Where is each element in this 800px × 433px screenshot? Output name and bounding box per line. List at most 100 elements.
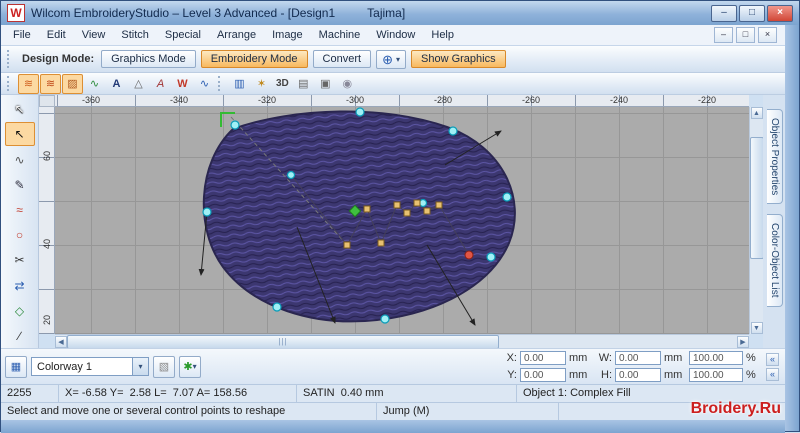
x-label: X:: [501, 352, 517, 364]
x-input[interactable]: [520, 351, 566, 365]
window-frame-right: [785, 25, 799, 431]
ruler-label: 60: [42, 149, 52, 163]
menu-image[interactable]: Image: [264, 27, 311, 43]
w-input[interactable]: [615, 351, 661, 365]
menu-view[interactable]: View: [74, 27, 114, 43]
toolbar-grip[interactable]: [7, 50, 13, 68]
monogram-icon[interactable]: △: [128, 74, 149, 94]
h-input[interactable]: [615, 368, 661, 382]
stitch-edit-tool[interactable]: ◇: [5, 299, 35, 323]
freehand-open-tool[interactable]: ≈: [5, 198, 35, 222]
tab-object-properties[interactable]: Object Properties: [767, 109, 783, 204]
satin-stitch-icon[interactable]: ≋: [40, 74, 61, 94]
motif-run-icon[interactable]: ∿: [84, 74, 105, 94]
select-arrow-icon: ↖: [14, 102, 24, 116]
horizontal-scroll-thumb[interactable]: |||: [67, 335, 499, 349]
applique-icon[interactable]: ▣: [315, 74, 336, 94]
collapse-icon[interactable]: «: [766, 353, 779, 366]
y-input[interactable]: [520, 368, 566, 382]
smooth-icon: ∿: [14, 153, 24, 167]
digitize-tool[interactable]: ✎: [5, 173, 35, 197]
titlebar[interactable]: W Wilcom EmbroideryStudio – Level 3 Adva…: [1, 1, 799, 25]
watermark: Broidery.Ru: [691, 400, 781, 418]
toolbar-grip[interactable]: [218, 76, 224, 91]
scroll-right-icon[interactable]: ▶: [737, 336, 749, 348]
collapse-icon[interactable]: «: [766, 368, 779, 381]
scale-x-input[interactable]: [689, 351, 743, 365]
chevron-down-icon: ▾: [396, 55, 400, 64]
scroll-left-icon[interactable]: ◀: [55, 336, 67, 348]
minimize-button[interactable]: –: [711, 5, 737, 22]
menu-special[interactable]: Special: [157, 27, 209, 43]
maximize-button[interactable]: □: [739, 5, 765, 22]
app-window: W Wilcom EmbroideryStudio – Level 3 Adva…: [0, 0, 800, 432]
menu-edit[interactable]: Edit: [39, 27, 74, 43]
dock-collapse-buttons: « «: [766, 353, 779, 381]
scroll-down-icon[interactable]: ▼: [751, 322, 763, 334]
sequin-icon[interactable]: ◉: [337, 74, 358, 94]
closed-object-tool[interactable]: ○: [5, 223, 35, 247]
colorway-bar: ▦ Colorway 1 ▾ ▧ ✱ ▾ X: mm W: mm % Y: mm…: [1, 348, 785, 384]
embroidery-object[interactable]: [204, 111, 515, 321]
reshape-tool[interactable]: ↖: [5, 122, 35, 146]
threed-effects-button[interactable]: 3D: [273, 78, 292, 89]
palette-icon[interactable]: ▦: [5, 356, 27, 378]
wave-fill-icon[interactable]: ∿: [194, 74, 215, 94]
travel-mode: Jump (M): [377, 403, 559, 420]
hint-bar: Select and move one or several control p…: [1, 402, 785, 420]
menu-help[interactable]: Help: [423, 27, 462, 43]
select-tool[interactable]: ↖: [5, 97, 35, 121]
closed-shape-icon: ○: [16, 228, 23, 242]
flower-icon: ✱: [183, 360, 192, 373]
close-button[interactable]: ×: [767, 5, 793, 22]
run-stitch-icon[interactable]: ≋: [18, 74, 39, 94]
menubar: File Edit View Stitch Special Arrange Im…: [1, 25, 785, 46]
measure-tool[interactable]: ∕: [5, 324, 35, 348]
colorway-select[interactable]: Colorway 1 ▾: [31, 357, 149, 376]
x-unit: mm: [569, 352, 591, 364]
vertical-scrollbar[interactable]: ▲ ▼: [749, 107, 763, 334]
hint-text: Select and move one or several control p…: [1, 403, 377, 420]
kiosk-lettering-icon[interactable]: A: [150, 74, 171, 94]
show-graphics-button[interactable]: Show Graphics: [411, 50, 506, 68]
tatami-fill-icon[interactable]: ▨: [62, 74, 83, 94]
ruler-label: 20: [42, 313, 52, 327]
scroll-up-icon[interactable]: ▲: [751, 107, 763, 119]
tab-color-object-list[interactable]: Color-Object List: [767, 214, 783, 306]
horizontal-scrollbar[interactable]: ◀ ||| ▶: [55, 334, 749, 348]
vertical-scroll-thumb[interactable]: [750, 137, 764, 259]
color-wheel-button[interactable]: ✱ ▾: [179, 356, 201, 378]
design-canvas[interactable]: [55, 107, 749, 334]
edit-colorway-icon[interactable]: ▧: [153, 356, 175, 378]
chevron-down-icon: ▾: [138, 362, 142, 371]
window-controls: – □ ×: [711, 5, 793, 22]
hoop-globe-button[interactable]: ⊕ ▾: [376, 50, 406, 69]
scale-y-input[interactable]: [689, 368, 743, 382]
knife-tool[interactable]: ✂: [5, 248, 35, 272]
mdi-minimize-button[interactable]: –: [714, 27, 733, 43]
end-node[interactable]: [465, 251, 473, 259]
menu-stitch[interactable]: Stitch: [113, 27, 157, 43]
menu-window[interactable]: Window: [368, 27, 423, 43]
mdi-restore-button[interactable]: □: [736, 27, 755, 43]
column-stitch-icon[interactable]: ▥: [229, 74, 250, 94]
mirror-merge-tool[interactable]: ⇄: [5, 273, 35, 297]
menu-file[interactable]: File: [5, 27, 39, 43]
menu-arrange[interactable]: Arrange: [209, 27, 264, 43]
toolbar-grip[interactable]: [7, 76, 13, 91]
design-canvas-graphic: [55, 107, 749, 334]
smooth-curves-tool[interactable]: ∿: [5, 147, 35, 171]
trapunto-icon[interactable]: ▤: [293, 74, 314, 94]
window-title: Wilcom EmbroideryStudio – Level 3 Advanc…: [31, 6, 335, 20]
star-fill-icon[interactable]: ✶: [251, 74, 272, 94]
convert-button[interactable]: Convert: [313, 50, 372, 68]
tool-palette: ↖ ↖ ∿ ✎ ≈ ○ ✂ ⇄ ◇ ∕: [1, 95, 39, 348]
lettering-icon[interactable]: A: [106, 74, 127, 94]
mdi-close-button[interactable]: ×: [758, 27, 777, 43]
y-unit: mm: [569, 369, 591, 381]
menu-machine[interactable]: Machine: [311, 27, 369, 43]
graphics-mode-button[interactable]: Graphics Mode: [101, 50, 196, 68]
embroidery-mode-button[interactable]: Embroidery Mode: [201, 50, 308, 68]
freehand-embroidery-icon[interactable]: W: [172, 74, 193, 94]
globe-icon: ⊕: [382, 53, 393, 66]
